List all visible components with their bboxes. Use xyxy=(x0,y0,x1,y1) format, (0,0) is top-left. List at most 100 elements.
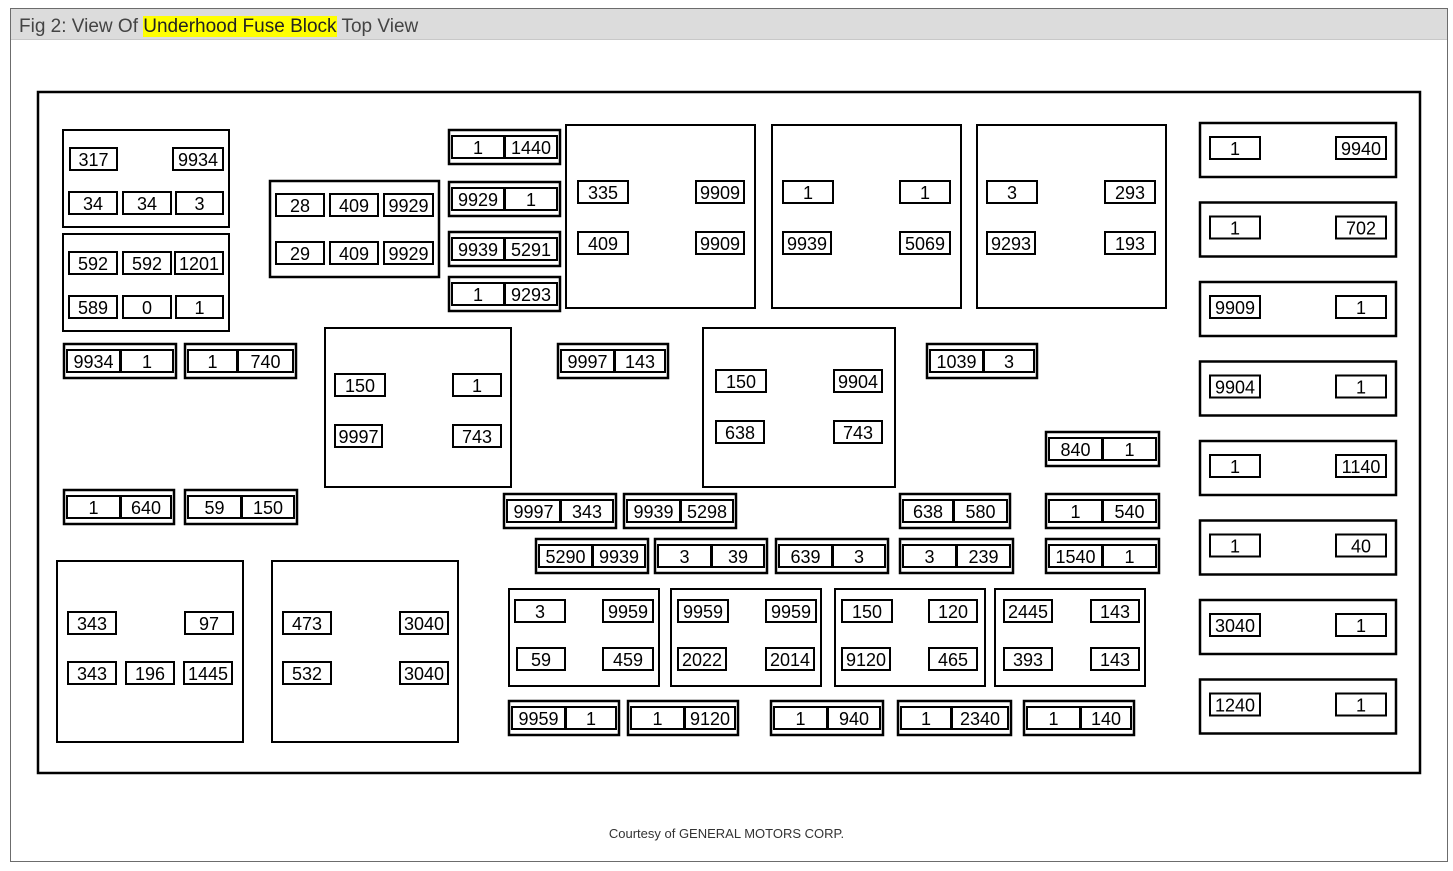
fuse-label: 3 xyxy=(854,547,864,567)
fuse-label: 9929 xyxy=(388,196,428,216)
fuse-label: 1 xyxy=(795,709,805,729)
fuse-label: 239 xyxy=(968,547,998,567)
fuse-label: 2340 xyxy=(960,709,1000,729)
fuse-label: 1 xyxy=(1124,440,1134,460)
relay-block xyxy=(771,124,962,309)
fuse-label: 9997 xyxy=(567,352,607,372)
fuse-label: 343 xyxy=(77,664,107,684)
fuse-label: 532 xyxy=(292,664,322,684)
fuse-label: 140 xyxy=(1091,709,1121,729)
fuse-label: 1 xyxy=(1356,696,1366,716)
fuse-label: 343 xyxy=(572,502,602,522)
fuse-label: 580 xyxy=(965,502,995,522)
fuse-label: 143 xyxy=(1100,602,1130,622)
fuse-label: 9997 xyxy=(513,502,553,522)
fuse-label: 1140 xyxy=(1342,457,1381,477)
fuse-label: 150 xyxy=(253,498,283,518)
fuse-label: 409 xyxy=(339,196,369,216)
fuse-label: 3 xyxy=(1007,183,1017,203)
fuse-label: 1 xyxy=(1230,219,1240,239)
fuse-label: 640 xyxy=(131,498,161,518)
fuse-label: 1240 xyxy=(1215,696,1255,716)
fuse-label: 293 xyxy=(1115,183,1145,203)
fuse-label: 3 xyxy=(194,194,204,214)
fuse-label: 589 xyxy=(78,298,108,318)
fuse-label: 3 xyxy=(535,602,545,622)
fuse-label: 5290 xyxy=(545,547,585,567)
fuse-label: 9929 xyxy=(458,190,498,210)
fuse-label: 1 xyxy=(1356,298,1366,318)
fuse-label: 840 xyxy=(1060,440,1090,460)
fuse-label: 1 xyxy=(194,298,204,318)
fuse-label: 1201 xyxy=(179,254,219,274)
relay-block xyxy=(56,560,244,743)
fuse-label: 3 xyxy=(679,547,689,567)
fuse-label: 9939 xyxy=(633,502,673,522)
fuse-label: 1 xyxy=(207,352,217,372)
fuse-label: 465 xyxy=(938,650,968,670)
fuse-label: 9929 xyxy=(388,244,428,264)
fuse-label: 9940 xyxy=(1341,139,1381,159)
fuse-label: 1 xyxy=(1356,378,1366,398)
relay-block xyxy=(702,327,896,488)
fuse-label: 1 xyxy=(652,709,662,729)
fuse-label: 40 xyxy=(1351,537,1371,557)
fuse-label: 3 xyxy=(924,547,934,567)
fuse-label: 1540 xyxy=(1055,547,1095,567)
fuse-label: 3040 xyxy=(1215,616,1255,636)
fuse-block-diagram: 317 993434 34 3592 592 1201589 0 19934 1 1 74028 40… xyxy=(36,90,1422,775)
fuse-label: 1 xyxy=(1356,616,1366,636)
fuse-label: 9120 xyxy=(690,709,730,729)
fuse-label: 9909 xyxy=(700,183,740,203)
fuse-label: 9939 xyxy=(458,240,498,260)
fuse-label: 2445 xyxy=(1008,602,1048,622)
fuse-label: 9959 xyxy=(771,602,811,622)
fuse-label: 193 xyxy=(1115,234,1145,254)
fuse-label: 28 xyxy=(290,196,310,216)
fuse-label: 743 xyxy=(462,427,492,447)
fuse-label: 143 xyxy=(625,352,655,372)
fuse-label: 9120 xyxy=(846,650,886,670)
fuse-label: 740 xyxy=(250,352,280,372)
fuse-label: 1 xyxy=(526,190,536,210)
fuse-label: 2014 xyxy=(770,650,810,670)
fuse-label: 335 xyxy=(588,183,618,203)
fuse-label: 1 xyxy=(1230,457,1240,477)
fuse-label: 9904 xyxy=(1215,378,1255,398)
fuse-label: 743 xyxy=(843,423,873,443)
fuse-label: 2022 xyxy=(682,650,722,670)
fuse-label: 1 xyxy=(142,352,152,372)
fuse-label: 1 xyxy=(803,183,813,203)
fuse-label: 9293 xyxy=(511,285,551,305)
fuse-label: 120 xyxy=(938,602,968,622)
fuse-label: 3 xyxy=(1004,352,1014,372)
fuse-label: 1 xyxy=(1124,547,1134,567)
fuse-label: 9909 xyxy=(700,234,740,254)
relay-block xyxy=(565,124,756,309)
fuse-label: 196 xyxy=(135,664,165,684)
fuse-label: 143 xyxy=(1100,650,1130,670)
fuse-label: 343 xyxy=(77,614,107,634)
fuse-label: 1 xyxy=(1070,502,1080,522)
fuse-label: 540 xyxy=(1114,502,1144,522)
fuse-label: 1 xyxy=(921,709,931,729)
fuse-label: 59 xyxy=(531,650,551,670)
fuse-label: 1 xyxy=(1048,709,1058,729)
fuse-label: 639 xyxy=(790,547,820,567)
fuse-label: 9934 xyxy=(73,352,113,372)
fuse-label: 3040 xyxy=(404,664,444,684)
fuse-label: 9959 xyxy=(608,602,648,622)
fuse-label: 9293 xyxy=(991,234,1031,254)
fuse-label: 1 xyxy=(1230,139,1240,159)
fuse-label: 638 xyxy=(913,502,943,522)
caption: Courtesy of GENERAL MOTORS CORP. xyxy=(608,826,845,841)
fuse-label: 1 xyxy=(472,376,482,396)
fuse-label: 9997 xyxy=(338,427,378,447)
fuse-label: 5291 xyxy=(511,240,551,260)
fuse-label: 5298 xyxy=(687,502,727,522)
fuse-label: 1039 xyxy=(936,352,976,372)
fuse-label: 1 xyxy=(586,709,596,729)
fuse-label: 9904 xyxy=(838,372,878,392)
fuse-label: 150 xyxy=(852,602,882,622)
fuse-label: 39 xyxy=(728,547,748,567)
